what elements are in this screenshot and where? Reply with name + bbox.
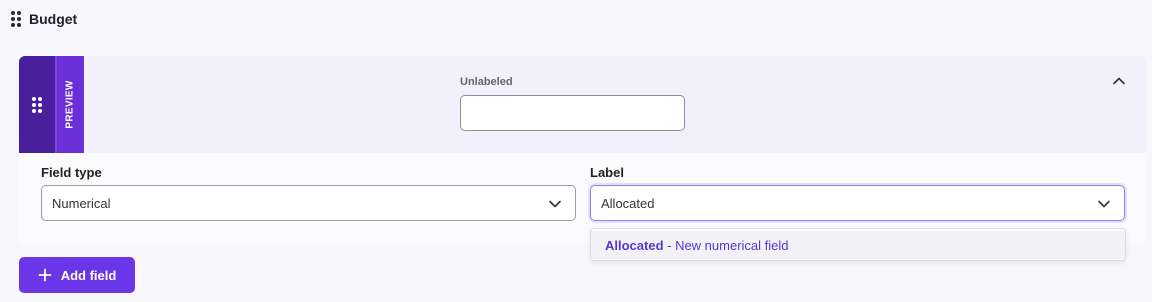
label-select[interactable]: Allocated [590,185,1125,221]
add-field-label: Add field [60,267,117,283]
section-title: Budget [29,11,78,27]
preview-band: PREVIEW Unlabeled [18,56,1146,153]
chevron-up-icon[interactable] [1111,73,1127,89]
chevron-down-icon [1098,200,1110,208]
dropdown-option[interactable]: Allocated - New numerical field [591,231,1125,259]
option-name: Allocated [605,237,664,253]
option-suffix: - New numerical field [663,237,789,253]
plus-icon [38,268,52,282]
label-dropdown-menu: Allocated - New numerical field [590,228,1126,261]
label-value: Allocated [601,195,655,211]
field-type-value: Numerical [52,195,111,211]
field-type-select[interactable]: Numerical [41,185,576,221]
section-header: Budget [11,11,77,27]
field-drag-handle[interactable] [19,56,55,153]
drag-dots-icon [32,96,42,113]
field-type-label: Field type [41,165,102,180]
preview-field-label: Unlabeled [460,76,513,88]
label-field-label: Label [590,165,624,180]
field-card: PREVIEW Unlabeled Field type Numerical L… [18,56,1146,244]
add-field-button[interactable]: Add field [19,257,135,293]
preview-tab-label: PREVIEW [65,80,76,129]
preview-tab: PREVIEW [55,56,84,153]
drag-dots-icon[interactable] [11,11,21,27]
chevron-down-icon [549,200,561,208]
preview-input[interactable] [460,95,685,131]
